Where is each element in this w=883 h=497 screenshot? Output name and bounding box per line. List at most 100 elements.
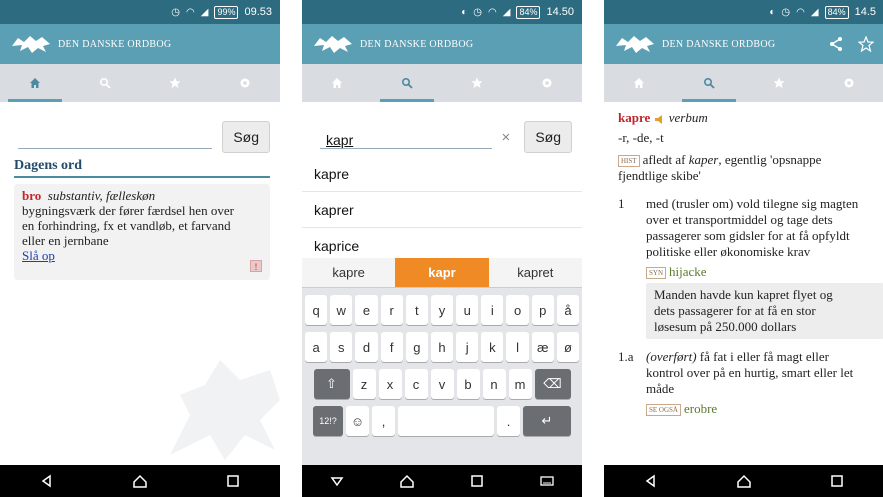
system-nav-bar	[604, 465, 883, 497]
letter-key[interactable]: q	[304, 295, 328, 325]
report-flag-icon[interactable]: !	[250, 260, 262, 272]
tab-settings[interactable]	[512, 64, 582, 102]
tab-bar	[302, 64, 582, 102]
search-input[interactable]: kapr	[320, 125, 492, 149]
letter-key[interactable]: v	[430, 369, 454, 399]
letter-key[interactable]: k	[481, 332, 504, 362]
synonym-link[interactable]: hijacke	[669, 264, 707, 279]
letter-key[interactable]: n	[482, 369, 506, 399]
recent-apps-icon[interactable]	[225, 473, 241, 489]
letter-key[interactable]: p	[531, 295, 554, 325]
search-icon	[99, 77, 111, 89]
shift-key[interactable]: ⇧	[313, 369, 350, 399]
tab-home[interactable]	[302, 64, 372, 102]
see-also-link[interactable]: erobre	[684, 401, 717, 416]
tab-settings[interactable]	[210, 64, 280, 102]
letter-key[interactable]: æ	[531, 332, 554, 362]
tab-settings[interactable]	[814, 64, 883, 102]
app-bar: DEN DANSKE ORDBOG	[604, 24, 883, 64]
tab-home[interactable]	[604, 64, 674, 102]
search-icon	[703, 77, 715, 89]
letter-key[interactable]: h	[430, 332, 454, 362]
period-key[interactable]: .	[497, 406, 520, 436]
letter-key[interactable]: b	[456, 369, 480, 399]
letter-key[interactable]: ø	[556, 332, 580, 362]
back-icon[interactable]	[39, 473, 55, 489]
letter-key[interactable]: x	[378, 369, 402, 399]
letter-key[interactable]: o	[506, 295, 529, 325]
suggestion-item[interactable]: kaprer	[302, 192, 582, 228]
comma-key[interactable]: ,	[372, 406, 395, 436]
tab-home[interactable]	[0, 64, 70, 102]
look-up-link[interactable]: Slå op	[22, 248, 55, 263]
tab-favorites[interactable]	[744, 64, 814, 102]
clear-icon[interactable]: ×	[502, 129, 511, 146]
letter-key[interactable]: f	[380, 332, 403, 362]
clock: 09.53	[244, 6, 272, 18]
hide-keyboard-icon[interactable]	[329, 473, 345, 489]
recent-apps-icon[interactable]	[829, 473, 845, 489]
letter-key[interactable]: j	[456, 332, 479, 362]
see-also-tag: SE OGSÅ	[646, 404, 681, 417]
candidate-item[interactable]: kapret	[489, 258, 582, 287]
speaker-icon[interactable]	[654, 114, 666, 125]
sense-label: (overført)	[646, 349, 697, 364]
letter-key[interactable]: l	[506, 332, 529, 362]
app-bar: DEN DANSKE ORDBOG	[302, 24, 582, 64]
app-bar: DEN DANSKE ORDBOG	[0, 24, 280, 64]
star-icon	[471, 77, 483, 88]
back-icon[interactable]	[643, 473, 659, 489]
share-icon[interactable]	[828, 36, 844, 52]
letter-key[interactable]: r	[380, 295, 403, 325]
tab-favorites[interactable]	[442, 64, 512, 102]
signal-icon: ◢	[502, 6, 511, 18]
search-input[interactable]	[18, 125, 213, 149]
hist-tag: HIST	[618, 155, 640, 168]
sense-number: 1.a	[618, 349, 634, 364]
letter-key[interactable]: å	[556, 295, 580, 325]
symbols-key[interactable]: 12!?	[313, 406, 343, 436]
keyboard-switch-icon[interactable]	[539, 473, 555, 489]
recent-apps-icon[interactable]	[469, 473, 485, 489]
enter-key[interactable]: ↵	[523, 406, 571, 436]
alarm-icon: ◷	[473, 6, 483, 18]
space-key[interactable]	[398, 406, 494, 436]
dictionary-entry: kapre verbum -r, -de, -t HIST afledt af k…	[618, 110, 883, 417]
letter-key[interactable]: m	[508, 369, 532, 399]
letter-key[interactable]: d	[355, 332, 378, 362]
letter-key[interactable]: a	[304, 332, 328, 362]
example-text: løsesum på 250.000 dollars	[654, 319, 797, 334]
daily-word-card: bro substantiv, fælleskøn bygningsværk d…	[14, 184, 270, 280]
letter-key[interactable]: t	[405, 295, 428, 325]
backspace-key[interactable]: ⌫	[534, 369, 571, 399]
search-row: kapr × Søg	[320, 120, 572, 154]
letter-key[interactable]: z	[352, 369, 376, 399]
sense-text: politiske eller økonomiske krav	[646, 244, 811, 259]
tab-search[interactable]	[674, 64, 744, 102]
search-button[interactable]: Søg	[222, 121, 270, 153]
tab-search[interactable]	[70, 64, 140, 102]
letter-key[interactable]: s	[330, 332, 353, 362]
emoji-key[interactable]: ☺	[346, 406, 369, 436]
sense-1a: 1.a (overført) få fat i eller få magt el…	[618, 349, 883, 417]
letter-key[interactable]: u	[456, 295, 479, 325]
search-button[interactable]: Søg	[524, 121, 572, 153]
favorite-star-icon[interactable]	[858, 36, 874, 52]
key-row: qwertyuiopå	[302, 295, 582, 325]
home-nav-icon[interactable]	[399, 473, 415, 489]
candidate-item-selected[interactable]: kapr	[395, 258, 489, 287]
letter-key[interactable]: w	[330, 295, 353, 325]
letter-key[interactable]: y	[430, 295, 454, 325]
tab-favorites[interactable]	[140, 64, 210, 102]
letter-key[interactable]: i	[481, 295, 504, 325]
tab-search[interactable]	[372, 64, 442, 102]
home-nav-icon[interactable]	[132, 473, 148, 489]
letter-key[interactable]: c	[404, 369, 428, 399]
letter-key[interactable]: e	[355, 295, 378, 325]
letter-key[interactable]: g	[405, 332, 428, 362]
candidate-item[interactable]: kapre	[302, 258, 395, 287]
home-nav-icon[interactable]	[736, 473, 752, 489]
star-icon	[169, 77, 181, 88]
inflection: -r, -de, -t	[618, 130, 664, 145]
suggestion-item[interactable]: kapre	[302, 156, 582, 192]
